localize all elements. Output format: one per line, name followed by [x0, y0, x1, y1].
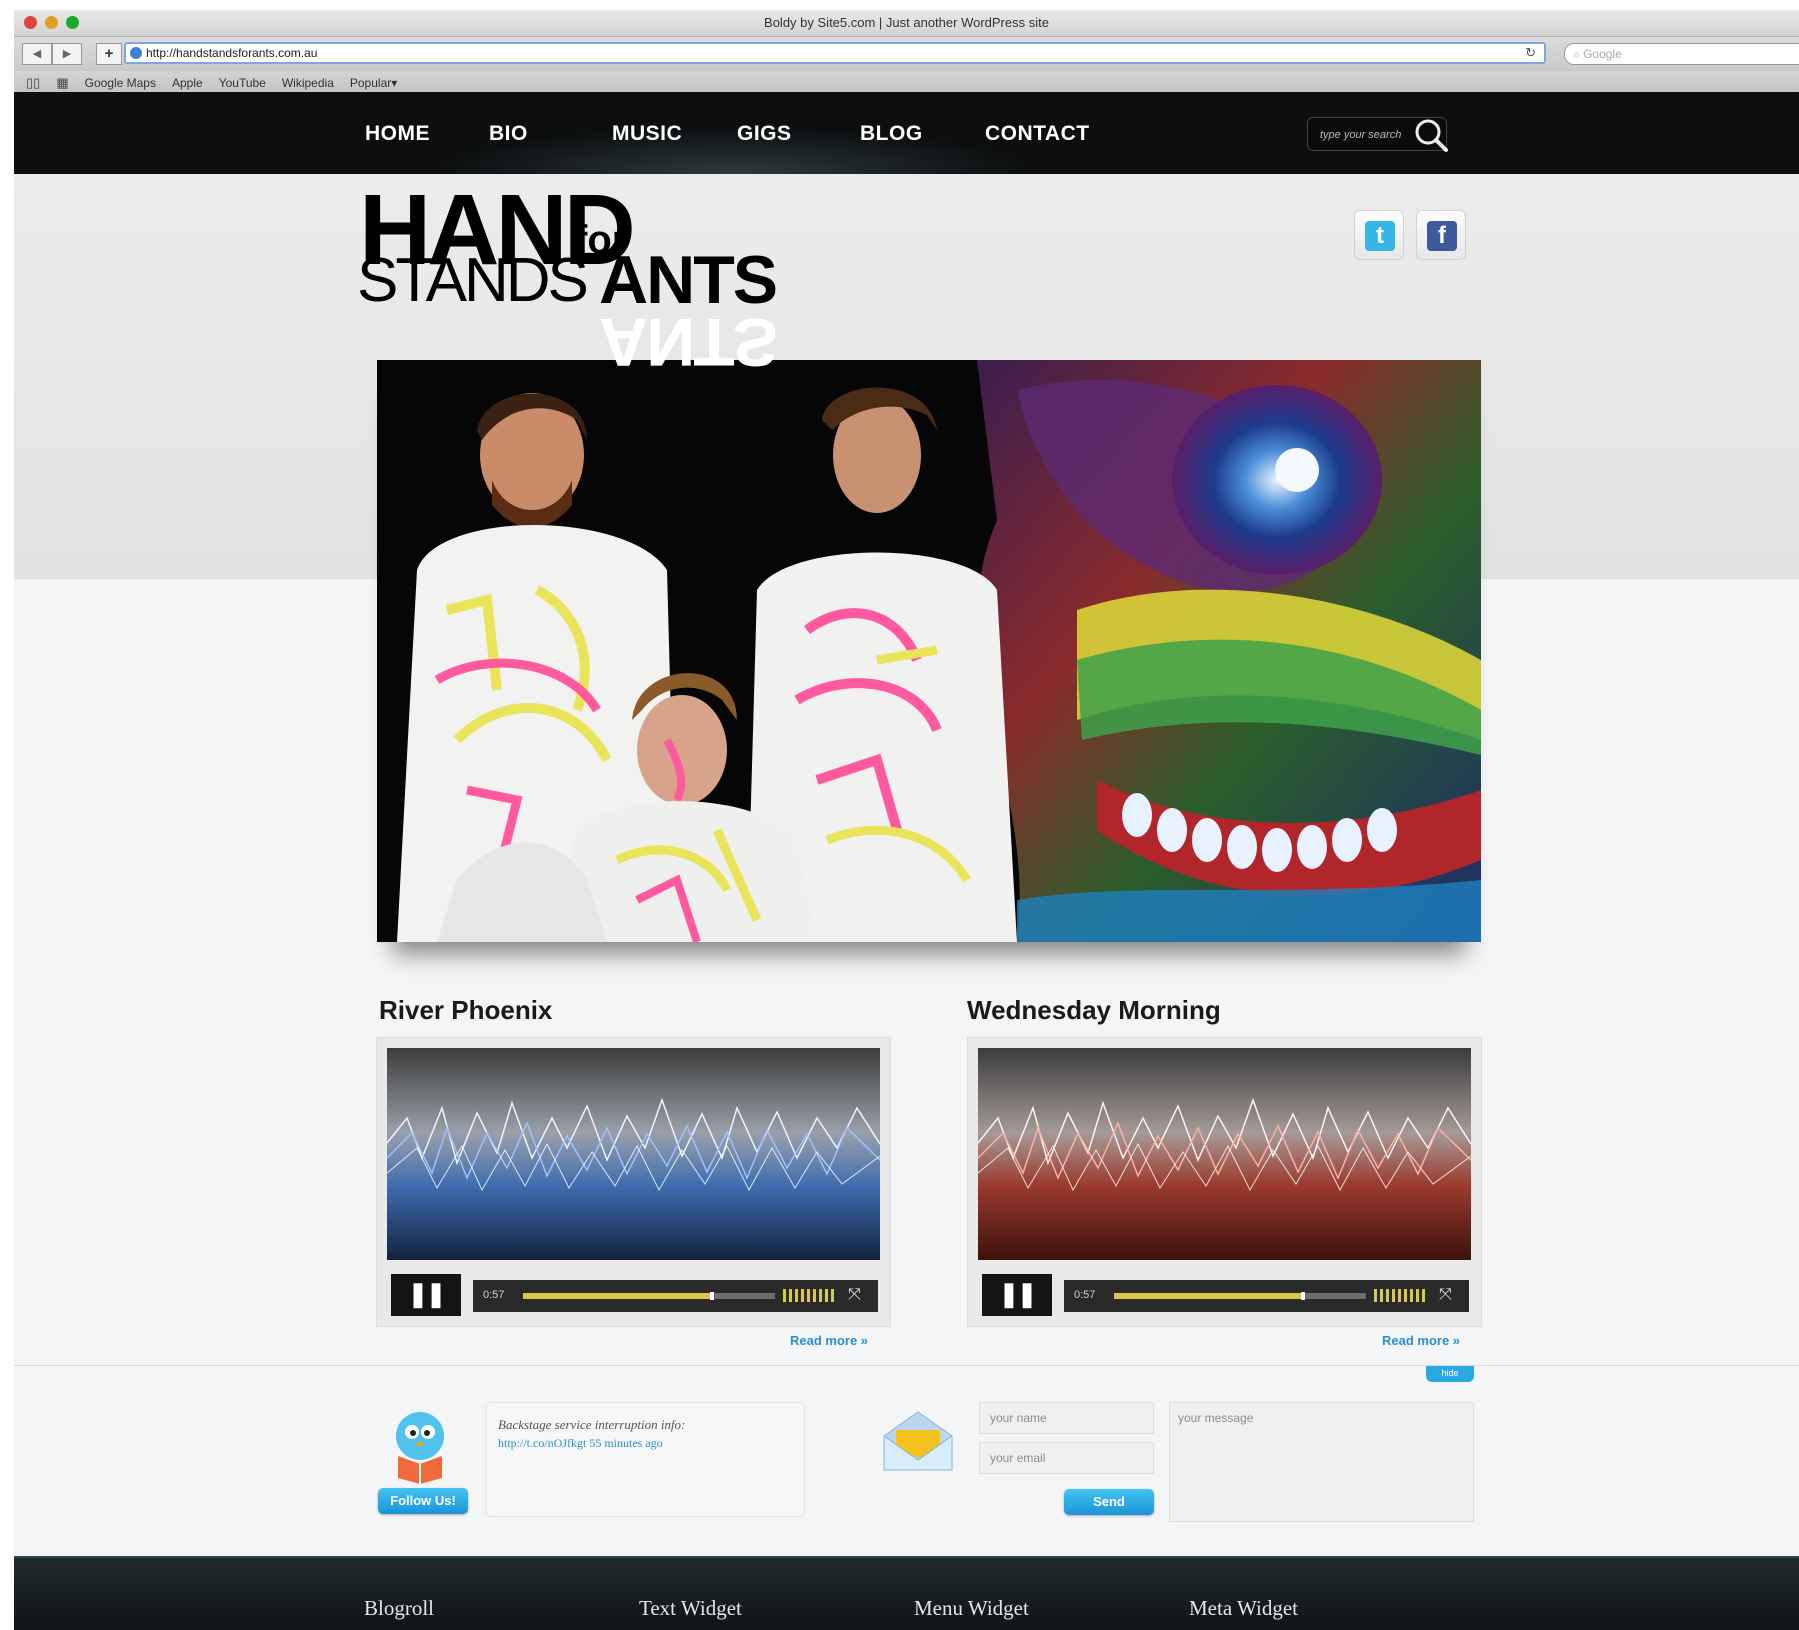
waveform-visual[interactable] [387, 1048, 880, 1260]
player-controls: ❚❚ 0:57 ⤧ [391, 1274, 879, 1318]
search-icon[interactable] [1412, 116, 1452, 156]
browser-search-placeholder: Google [1583, 47, 1622, 61]
back-button[interactable]: ◀ [22, 43, 52, 65]
progress-fill [523, 1293, 712, 1299]
globe-icon [130, 47, 142, 59]
fullscreen-icon[interactable]: ⤧ [1439, 1286, 1452, 1304]
message-field[interactable] [1169, 1402, 1474, 1522]
read-more-link[interactable]: Read more » [1382, 1333, 1460, 1348]
track-title: Wednesday Morning [967, 995, 1221, 1025]
email-field[interactable] [979, 1442, 1154, 1474]
window-title: Boldy by Site5.com | Just another WordPr… [764, 15, 1049, 30]
fullscreen-icon[interactable]: ⤧ [848, 1286, 861, 1304]
logo-ants-mirrored: ANTS [599, 304, 777, 380]
bookmark-youtube[interactable]: YouTube [219, 76, 266, 90]
nav-blog[interactable]: BLOG [860, 122, 923, 146]
pause-button[interactable]: ❚❚ [982, 1274, 1052, 1316]
twitter-link[interactable]: t [1354, 210, 1404, 260]
logo-stands: STANDS [357, 246, 589, 315]
nav-contact[interactable]: CONTACT [985, 122, 1090, 146]
send-button[interactable]: Send [1064, 1489, 1154, 1515]
elapsed-time: 0:57 [1074, 1289, 1096, 1301]
progress-thumb[interactable] [1301, 1292, 1305, 1300]
nav-home[interactable]: HOME [365, 122, 430, 146]
url-text: http://handstandsforants.com.au [146, 46, 318, 60]
player-controls: ❚❚ 0:57 ⤧ [982, 1274, 1470, 1318]
browser-window: Boldy by Site5.com | Just another WordPr… [14, 10, 1799, 1630]
track-title: River Phoenix [379, 995, 553, 1025]
footer-widget-title: Text Widget [639, 1596, 742, 1620]
hero-band-photo [377, 360, 1481, 942]
band-photo-image [377, 360, 1481, 942]
bookmark-popular-label: Popular [349, 75, 392, 90]
read-more-link[interactable]: Read more » [790, 1333, 868, 1348]
book-icon[interactable]: ▯▯ [26, 75, 40, 91]
nav-music[interactable]: MUSIC [612, 122, 682, 146]
control-bar: 0:57 ⤧ [473, 1280, 878, 1312]
footer-widget-title: Blogroll [364, 1596, 435, 1620]
forward-button[interactable]: ▶ [52, 43, 82, 65]
site-search-input[interactable] [1318, 124, 1412, 146]
site-navigation: HOME BIO MUSIC GIGS BLOG CONTACT [14, 92, 1799, 174]
footer: Blogroll Text Widget Menu Widget Meta Wi… [14, 1556, 1799, 1630]
bookmark-wikipedia[interactable]: Wikipedia [282, 76, 334, 90]
browser-toolbar: ◀ ▶ + http://handstandsforants.com.au ↻ … [14, 37, 1799, 71]
twitter-icon: t [1365, 221, 1395, 251]
follow-us-button[interactable]: Follow Us! [378, 1488, 468, 1514]
volume-bar[interactable] [783, 1289, 835, 1302]
waveform-visual[interactable] [978, 1048, 1471, 1260]
address-bar[interactable]: http://handstandsforants.com.au ↻ [124, 42, 1546, 64]
tweet-link[interactable]: http://t.co/nOJfkgt 55 minutes ago [498, 1436, 792, 1451]
reload-icon[interactable]: ↻ [1525, 44, 1536, 62]
grid-icon[interactable]: ▦ [56, 75, 68, 91]
video-player: ❚❚ 0:57 ⤧ [967, 1037, 1482, 1327]
add-bookmark-button[interactable]: + [96, 43, 122, 65]
footer-widget-title: Menu Widget [914, 1596, 1029, 1620]
browser-search-field[interactable]: ⌕ Google [1564, 43, 1799, 65]
nav-gigs[interactable]: GIGS [737, 122, 792, 146]
progress-track[interactable] [1114, 1292, 1366, 1300]
site-search-box [1307, 117, 1448, 152]
footer-widget-title: Meta Widget [1189, 1596, 1298, 1620]
progress-track[interactable] [523, 1292, 775, 1300]
bookmark-google-maps[interactable]: Google Maps [85, 76, 156, 90]
video-player: ❚❚ 0:57 ⤧ [376, 1037, 891, 1327]
hide-tab-button[interactable]: hide [1426, 1366, 1474, 1382]
elapsed-time: 0:57 [483, 1289, 505, 1301]
twitter-bird-icon [396, 1412, 444, 1484]
progress-thumb[interactable] [710, 1292, 714, 1300]
volume-bar[interactable] [1374, 1289, 1426, 1302]
chevron-down-icon: ▾ [391, 75, 398, 90]
site-logo[interactable]: HAND for STANDS ANTS ANTS [357, 180, 809, 380]
facebook-link[interactable]: f [1416, 210, 1466, 260]
tweet-text: Backstage service interruption info: [498, 1417, 686, 1432]
name-field[interactable] [979, 1402, 1154, 1434]
envelope-icon [883, 1411, 953, 1471]
bookmark-popular[interactable]: Popular▾ [350, 76, 397, 90]
title-bar: Boldy by Site5.com | Just another WordPr… [14, 10, 1799, 37]
progress-fill [1114, 1293, 1303, 1299]
bookmark-apple[interactable]: Apple [172, 76, 203, 90]
control-bar: 0:57 ⤧ [1064, 1280, 1469, 1312]
pause-button[interactable]: ❚❚ [391, 1274, 461, 1316]
nav-bio[interactable]: BIO [489, 122, 528, 146]
latest-tweet: Backstage service interruption info: htt… [485, 1402, 805, 1517]
section-divider [14, 1365, 1799, 1366]
search-icon: ⌕ [1573, 47, 1580, 61]
facebook-icon: f [1427, 221, 1457, 251]
